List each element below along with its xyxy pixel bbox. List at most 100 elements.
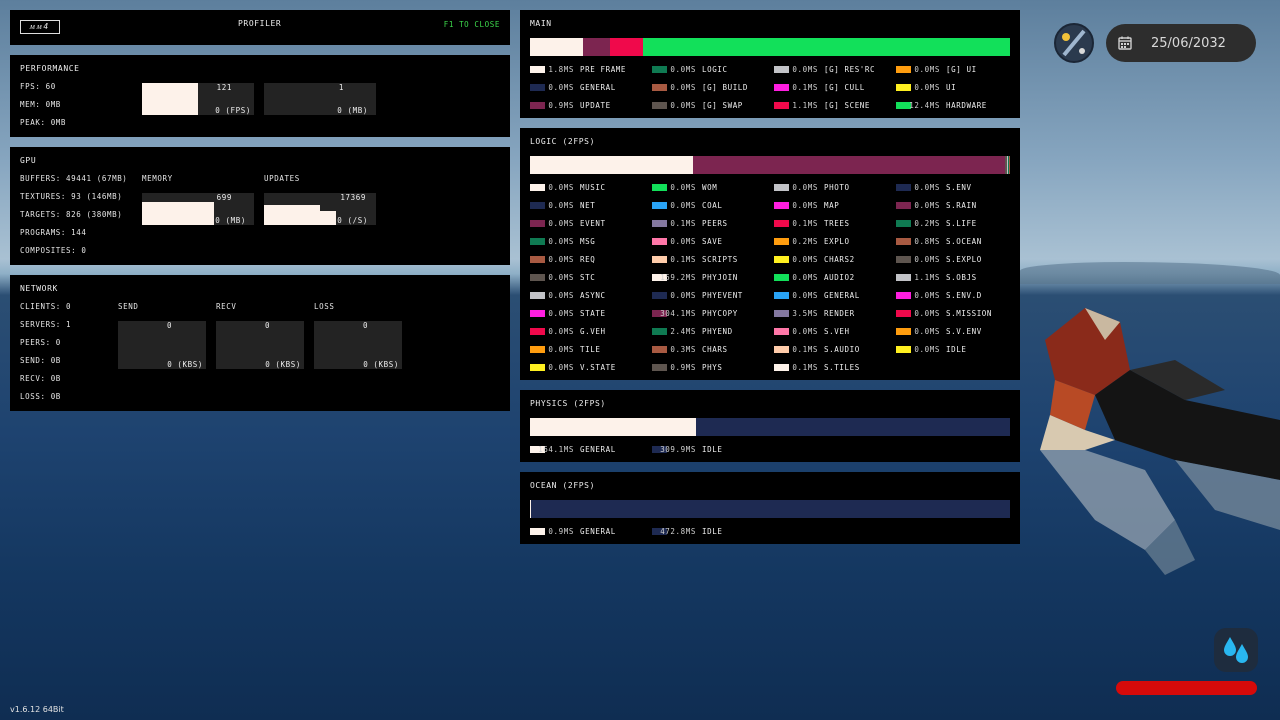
bar-segment bbox=[1009, 156, 1010, 174]
legend-ms: 472.8MS bbox=[660, 527, 696, 536]
legend-name: UI bbox=[946, 83, 957, 92]
main-timing-bar bbox=[530, 38, 1010, 56]
legend-name: IDLE bbox=[702, 527, 723, 536]
date-display[interactable]: 25/06/2032 bbox=[1106, 24, 1256, 62]
logic-panel: LOGIC (2FPS) 0.0MS MUSIC 0.0MS NET 0.0MS EVEN… bbox=[520, 128, 1020, 380]
legend-ms: 0.2MS bbox=[914, 219, 940, 228]
close-hint[interactable]: F1 TO CLOSE bbox=[444, 20, 500, 29]
legend-ms: 0.0MS bbox=[914, 291, 940, 300]
legend-ms: 0.0MS bbox=[548, 201, 574, 210]
memory-title: MEMORY bbox=[142, 174, 173, 183]
main-title: MAIN bbox=[530, 19, 552, 28]
profiler-title: PROFILER bbox=[238, 19, 282, 28]
legend-item: 1.1MS [G] SCENE bbox=[774, 101, 892, 111]
legend-name: EVENT bbox=[580, 219, 606, 228]
legend-name: REQ bbox=[580, 255, 596, 264]
bar-segment bbox=[642, 38, 1010, 56]
physics-panel: PHYSICS (2FPS) 164.1MS GENERAL 309.9MS IDLE bbox=[520, 390, 1020, 462]
legend-item: 0.0MS REQ bbox=[530, 255, 648, 265]
fps-graph: 121 0 (FPS) bbox=[142, 83, 254, 115]
legend-ms: 0.0MS bbox=[548, 255, 574, 264]
legend-name: GENERAL bbox=[580, 527, 616, 536]
orca-creature bbox=[1040, 308, 1280, 575]
buffers-stat: BUFFERS: 49441 (67MB) bbox=[20, 174, 128, 183]
legend-ms: 159.2MS bbox=[660, 273, 696, 282]
legend-name: PHYCOPY bbox=[702, 309, 738, 318]
gpu-updates-graph-fill-2 bbox=[320, 211, 336, 225]
legend-item: 0.0MS S.ENV bbox=[896, 183, 1014, 193]
legend-ms: 0.9MS bbox=[670, 363, 696, 372]
legend-ms: 0.0MS bbox=[914, 183, 940, 192]
legend-name: PHYEND bbox=[702, 327, 733, 336]
legend-ms: 304.1MS bbox=[660, 309, 696, 318]
mem-graph-max: 1 bbox=[338, 83, 344, 92]
legend-item: 164.1MS GENERAL bbox=[530, 445, 648, 455]
send-graph-max: 0 bbox=[167, 321, 173, 330]
legend-name: MUSIC bbox=[580, 183, 606, 192]
legend-name: RENDER bbox=[824, 309, 855, 318]
legend-item: 1.1MS S.OBJS bbox=[896, 273, 1014, 283]
legend-name: S.AUDIO bbox=[824, 345, 860, 354]
logic-title: LOGIC (2FPS) bbox=[530, 137, 595, 146]
legend-item: 2.4MS PHYEND bbox=[652, 327, 770, 337]
legend-name: ASYNC bbox=[580, 291, 606, 300]
legend-ms: 0.0MS bbox=[792, 327, 818, 336]
legend-ms: 0.0MS bbox=[914, 345, 940, 354]
updates-title: UPDATES bbox=[264, 174, 300, 183]
send-title: SEND bbox=[118, 302, 139, 311]
legend-item: 0.0MS [G] RES'RC bbox=[774, 65, 892, 75]
legend-item: 0.1MS TREES bbox=[774, 219, 892, 229]
legend-name: S.MISSION bbox=[946, 309, 993, 318]
legend-item: 159.2MS PHYJOIN bbox=[652, 273, 770, 283]
peers-stat: PEERS: 0 bbox=[20, 338, 61, 347]
legend-ms: 0.1MS bbox=[792, 345, 818, 354]
legend-ms: 0.0MS bbox=[914, 201, 940, 210]
legend-ms: 0.0MS bbox=[670, 83, 696, 92]
gpu-panel: GPU BUFFERS: 49441 (67MB) TEXTURES: 93 (… bbox=[10, 147, 510, 265]
legend-name: S.OBJS bbox=[946, 273, 977, 282]
legend-name: GENERAL bbox=[580, 445, 616, 454]
legend-name: V.STATE bbox=[580, 363, 616, 372]
legend-item: 0.1MS PEERS bbox=[652, 219, 770, 229]
legend-name: PHYEVENT bbox=[702, 291, 743, 300]
legend-name: [G] CULL bbox=[824, 83, 865, 92]
legend-name: S.VEH bbox=[824, 327, 850, 336]
fps-stat: FPS: 60 bbox=[20, 82, 56, 91]
day-night-compass[interactable] bbox=[1054, 23, 1094, 63]
legend-item: 0.0MS MSG bbox=[530, 237, 648, 247]
legend-name: SCRIPTS bbox=[702, 255, 738, 264]
legend-name: GENERAL bbox=[580, 83, 616, 92]
physics-title: PHYSICS (2FPS) bbox=[530, 399, 606, 408]
legend-item: 0.0MS STATE bbox=[530, 309, 648, 319]
gpu-updates-graph-fill bbox=[264, 205, 320, 225]
legend-name: S.EXPLO bbox=[946, 255, 982, 264]
legend-item: 0.0MS MAP bbox=[774, 201, 892, 211]
mem-stat: MEM: 0MB bbox=[20, 100, 61, 109]
main-panel: MAIN 1.8MS PRE FRAME 0.0MS GENERAL 0.9MS UPDA… bbox=[520, 10, 1020, 118]
legend-item: 472.8MS IDLE bbox=[652, 527, 770, 537]
legend-name: CHARS2 bbox=[824, 255, 855, 264]
legend-name: COAL bbox=[702, 201, 723, 210]
legend-ms: 0.0MS bbox=[548, 237, 574, 246]
legend-item: 0.0MS TILE bbox=[530, 345, 648, 355]
legend-item: 0.2MS S.LIFE bbox=[896, 219, 1014, 229]
legend-item: 0.0MS MUSIC bbox=[530, 183, 648, 193]
legend-name: CHARS bbox=[702, 345, 728, 354]
legend-ms: 0.0MS bbox=[914, 255, 940, 264]
legend-name: [G] SCENE bbox=[824, 101, 871, 110]
recv-graph-max: 0 bbox=[265, 321, 271, 330]
legend-ms: 0.0MS bbox=[548, 83, 574, 92]
legend-item: 0.1MS S.TILES bbox=[774, 363, 892, 373]
composites-stat: COMPOSITES: 0 bbox=[20, 246, 87, 255]
legend-ms: 0.1MS bbox=[792, 83, 818, 92]
legend-name: GENERAL bbox=[824, 291, 860, 300]
recv-title: RECV bbox=[216, 302, 237, 311]
legend-ms: 2.4MS bbox=[670, 327, 696, 336]
legend-name: AUDIO2 bbox=[824, 273, 855, 282]
legend-item: 0.0MS COAL bbox=[652, 201, 770, 211]
legend-ms: 0.0MS bbox=[914, 327, 940, 336]
legend-item: 0.0MS S.MISSION bbox=[896, 309, 1014, 319]
legend-ms: 0.0MS bbox=[792, 201, 818, 210]
gpu-updates-graph-max: 17369 bbox=[340, 193, 366, 202]
legend-ms: 0.0MS bbox=[792, 291, 818, 300]
